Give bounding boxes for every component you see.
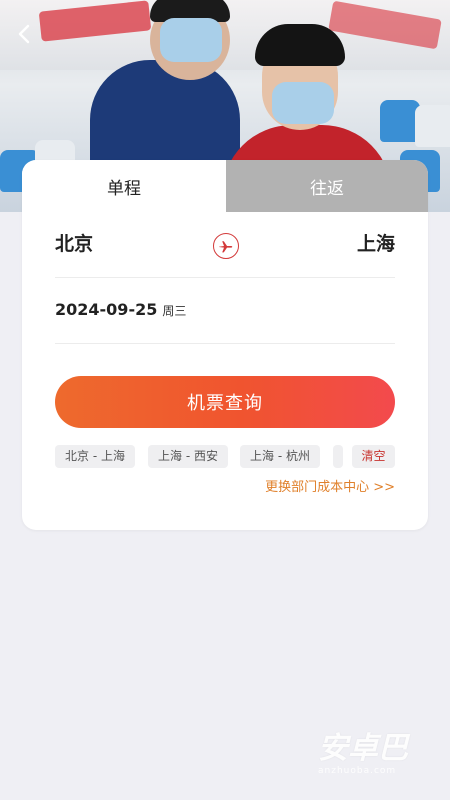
back-button[interactable] (12, 22, 36, 46)
date-selector[interactable]: 2024-09-25 周三 (55, 300, 186, 324)
chevron-left-icon (18, 24, 30, 44)
watermark-logo: 安卓巴 anzhuoba.com (318, 732, 428, 780)
departure-date: 2024-09-25 (55, 300, 158, 319)
flight-search-button[interactable]: 机票查询 (55, 376, 395, 428)
tab-round-trip[interactable]: 往返 (226, 160, 428, 212)
tab-one-way[interactable]: 单程 (22, 160, 226, 212)
watermark-subtext: anzhuoba.com (318, 766, 397, 776)
divider (55, 343, 395, 344)
departure-city[interactable]: 北京 (55, 232, 93, 256)
flight-search-card: 单程 往返 北京 上海 2024-09-25 周三 机票查询 北京 - 上海 上… (22, 160, 428, 530)
departure-weekday: 周三 (162, 304, 187, 318)
crew-member-mask (160, 18, 222, 62)
divider (55, 277, 395, 278)
route-row: 北京 上海 (55, 232, 395, 278)
history-chip[interactable]: 北京 - 上海 (55, 445, 135, 468)
arrival-city[interactable]: 上海 (357, 232, 395, 256)
change-cost-center-link[interactable]: 更换部门成本中心 >> (265, 476, 395, 495)
crew-member-hair (255, 24, 345, 66)
trip-type-tabs: 单程 往返 (22, 160, 428, 212)
history-chip[interactable]: 上海 - 西安 (148, 445, 228, 468)
clear-history-button[interactable]: 清空 (352, 445, 395, 468)
search-history: 北京 - 上海 上海 - 西安 上海 - 杭州 清空 (55, 445, 395, 469)
watermark-text: 安卓巴 (318, 731, 408, 766)
crew-member-mask (272, 82, 334, 124)
swap-cities-button[interactable] (213, 233, 239, 259)
airplane-icon (219, 241, 233, 253)
history-chip[interactable]: 上海 - 杭州 (240, 445, 320, 468)
history-chip[interactable] (333, 445, 343, 468)
seat (380, 100, 420, 142)
seat (415, 105, 450, 147)
